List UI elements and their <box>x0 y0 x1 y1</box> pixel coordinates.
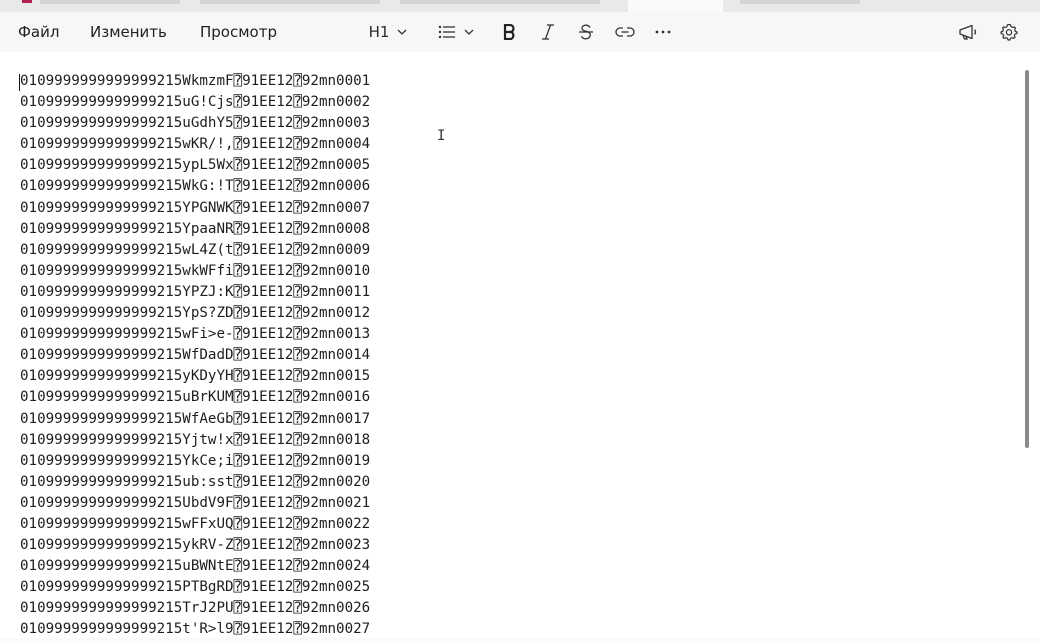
settings-button[interactable] <box>997 20 1021 44</box>
text-line[interactable]: 0109999999999999215YpS?ZD⍰91EE12⍰92mn001… <box>20 303 370 324</box>
more-icon <box>655 30 671 34</box>
text-line[interactable]: 0109999999999999215wKR/!,⍰91EE12⍰92mn000… <box>20 134 370 155</box>
menu-edit[interactable]: Изменить <box>90 23 167 41</box>
text-line[interactable]: 0109999999999999215uG!Cjs⍰91EE12⍰92mn000… <box>20 92 370 113</box>
app-accent-mark <box>22 0 32 3</box>
italic-icon <box>541 24 555 40</box>
text-line[interactable]: 0109999999999999215Yjtw!x⍰91EE12⍰92mn001… <box>20 430 370 451</box>
menu-view[interactable]: Просмотр <box>200 23 277 41</box>
text-line[interactable]: 0109999999999999215ypL5Wx⍰91EE12⍰92mn000… <box>20 155 370 176</box>
list-icon <box>438 25 456 39</box>
feedback-button[interactable] <box>956 20 980 44</box>
text-line[interactable]: 0109999999999999215TrJ2PU⍰91EE12⍰92mn002… <box>20 598 370 619</box>
tab[interactable] <box>740 0 860 4</box>
ibeam-cursor-icon: I <box>437 128 446 144</box>
tab[interactable] <box>400 0 600 4</box>
text-line[interactable]: 0109999999999999215uBWNtE⍰91EE12⍰92mn002… <box>20 556 370 577</box>
chevron-down-icon <box>464 29 474 35</box>
list-dropdown[interactable] <box>434 20 478 44</box>
gear-icon <box>1000 23 1018 41</box>
text-line[interactable]: 0109999999999999215YPZJ:K⍰91EE12⍰92mn001… <box>20 282 370 303</box>
text-line[interactable]: 0109999999999999215wFFxUQ⍰91EE12⍰92mn002… <box>20 514 370 535</box>
strikethrough-icon <box>578 24 594 40</box>
vertical-scrollbar[interactable] <box>1025 70 1029 448</box>
bold-icon <box>502 24 516 40</box>
document-text[interactable]: 0109999999999999215WkmzmF⍰91EE12⍰92mn000… <box>20 71 370 641</box>
text-line[interactable]: 0109999999999999215YpaaNR⍰91EE12⍰92mn000… <box>20 219 370 240</box>
text-line[interactable]: 0109999999999999215WfDadD⍰91EE12⍰92mn001… <box>20 345 370 366</box>
text-line[interactable]: 0109999999999999215yKDyYH⍰91EE12⍰92mn001… <box>20 366 370 387</box>
chevron-down-icon <box>397 29 407 35</box>
more-button[interactable] <box>652 20 674 44</box>
document-area[interactable]: 0109999999999999215WkmzmF⍰91EE12⍰92mn000… <box>0 52 1040 638</box>
heading-label: H1 <box>368 23 390 41</box>
text-line[interactable]: 0109999999999999215ykRV-Z⍰91EE12⍰92mn002… <box>20 535 370 556</box>
italic-button[interactable] <box>537 20 559 44</box>
text-line[interactable]: 0109999999999999215YPGNWK⍰91EE12⍰92mn000… <box>20 198 370 219</box>
text-line[interactable]: 0109999999999999215PTBgRD⍰91EE12⍰92mn002… <box>20 577 370 598</box>
text-line[interactable]: 0109999999999999215wkWFfi⍰91EE12⍰92mn001… <box>20 261 370 282</box>
toolbar: Файл Изменить Просмотр H1 <box>0 12 1040 52</box>
text-line[interactable]: 0109999999999999215t'R>l9⍰91EE12⍰92mn002… <box>20 619 370 640</box>
text-line[interactable]: 0109999999999999215wL4Z(t⍰91EE12⍰92mn000… <box>20 240 370 261</box>
heading-dropdown[interactable]: H1 <box>366 20 410 44</box>
link-button[interactable] <box>613 20 637 44</box>
link-icon <box>615 26 635 38</box>
text-line[interactable]: 0109999999999999215WfAeGb⍰91EE12⍰92mn001… <box>20 409 370 430</box>
menu-file[interactable]: Файл <box>18 23 59 41</box>
tab-active[interactable] <box>628 0 723 12</box>
text-line[interactable]: 0109999999999999215wFi>e-⍰91EE12⍰92mn001… <box>20 324 370 345</box>
tab-strip <box>0 0 1040 12</box>
text-line[interactable]: 0109999999999999215uGdhY5⍰91EE12⍰92mn000… <box>20 113 370 134</box>
tab[interactable] <box>40 0 180 4</box>
tab[interactable] <box>200 0 380 4</box>
bold-button[interactable] <box>498 20 520 44</box>
text-line[interactable]: 0109999999999999215YkCe;i⍰91EE12⍰92mn001… <box>20 451 370 472</box>
text-line[interactable]: 0109999999999999215ub:sst⍰91EE12⍰92mn002… <box>20 472 370 493</box>
text-line[interactable]: 0109999999999999215UbdV9F⍰91EE12⍰92mn002… <box>20 493 370 514</box>
text-line[interactable]: 0109999999999999215uBrKUM⍰91EE12⍰92mn001… <box>20 387 370 408</box>
text-line[interactable]: 0109999999999999215WkmzmF⍰91EE12⍰92mn000… <box>20 71 370 92</box>
text-line[interactable]: 0109999999999999215WkG:!T⍰91EE12⍰92mn000… <box>20 176 370 197</box>
megaphone-icon <box>958 24 978 40</box>
strikethrough-button[interactable] <box>575 20 597 44</box>
